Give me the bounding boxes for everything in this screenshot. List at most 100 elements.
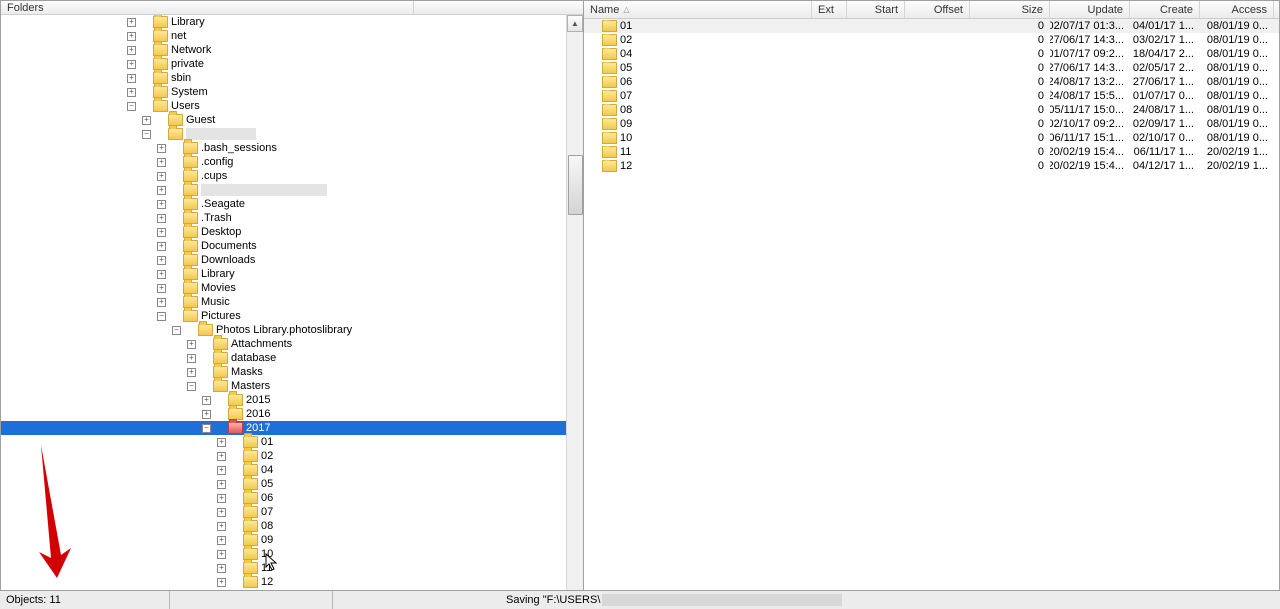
- tree-vscrollbar[interactable]: ▲ ▼: [566, 15, 583, 608]
- list-item[interactable]: 10006/11/17 15:1...02/10/17 0...08/01/19…: [584, 131, 1279, 145]
- tree-item[interactable]: 02: [1, 449, 571, 463]
- expand-icon[interactable]: [217, 564, 226, 573]
- header-resize-handle[interactable]: [413, 1, 414, 14]
- tree-item[interactable]: System: [1, 85, 571, 99]
- list-item[interactable]: 12020/02/19 15:4...04/12/17 1...20/02/19…: [584, 159, 1279, 173]
- column-header-update[interactable]: Update: [1050, 1, 1130, 18]
- column-header-offset[interactable]: Offset: [905, 1, 970, 18]
- column-header-size[interactable]: Size: [970, 1, 1050, 18]
- list-item[interactable]: 06024/08/17 13:2...27/06/17 1...08/01/19…: [584, 75, 1279, 89]
- collapse-icon[interactable]: [187, 382, 196, 391]
- list-item[interactable]: 01002/07/17 01:3...04/01/17 1...08/01/19…: [584, 19, 1279, 33]
- expand-icon[interactable]: [127, 88, 136, 97]
- collapse-icon[interactable]: [142, 130, 151, 139]
- collapse-icon[interactable]: [157, 312, 166, 321]
- expand-icon[interactable]: [157, 242, 166, 251]
- expand-icon[interactable]: [217, 508, 226, 517]
- expand-icon[interactable]: [217, 578, 226, 587]
- collapse-icon[interactable]: [127, 102, 136, 111]
- column-header-create[interactable]: Create: [1130, 1, 1200, 18]
- expand-icon[interactable]: [157, 270, 166, 279]
- tree-item[interactable]: Desktop: [1, 225, 571, 239]
- tree-item[interactable]: 05: [1, 477, 571, 491]
- tree-item[interactable]: [1, 127, 571, 141]
- tree-item[interactable]: 2016: [1, 407, 571, 421]
- tree-item[interactable]: .cups: [1, 169, 571, 183]
- tree-item[interactable]: 2017: [1, 421, 571, 435]
- tree-item[interactable]: 10: [1, 547, 571, 561]
- tree-item[interactable]: Attachments: [1, 337, 571, 351]
- expand-icon[interactable]: [157, 172, 166, 181]
- tree-item[interactable]: Photos Library.photoslibrary: [1, 323, 571, 337]
- tree-item[interactable]: 11: [1, 561, 571, 575]
- expand-icon[interactable]: [217, 480, 226, 489]
- list-item[interactable]: 11020/02/19 15:4...06/11/17 1...20/02/19…: [584, 145, 1279, 159]
- expand-icon[interactable]: [127, 46, 136, 55]
- tree-item[interactable]: .config: [1, 155, 571, 169]
- tree-item[interactable]: .bash_sessions: [1, 141, 571, 155]
- tree-item[interactable]: database: [1, 351, 571, 365]
- tree-item[interactable]: 04: [1, 463, 571, 477]
- list-item[interactable]: 05027/06/17 14:3...02/05/17 2...08/01/19…: [584, 61, 1279, 75]
- expand-icon[interactable]: [127, 60, 136, 69]
- expand-icon[interactable]: [127, 32, 136, 41]
- expand-icon[interactable]: [157, 214, 166, 223]
- scroll-up-button[interactable]: ▲: [567, 15, 583, 32]
- tree-item[interactable]: Music: [1, 295, 571, 309]
- list-item[interactable]: 07024/08/17 15:5...01/07/17 0...08/01/19…: [584, 89, 1279, 103]
- expand-icon[interactable]: [217, 550, 226, 559]
- tree-item[interactable]: .Trash: [1, 211, 571, 225]
- tree-item[interactable]: 01: [1, 435, 571, 449]
- tree-item[interactable]: Downloads: [1, 253, 571, 267]
- tree-item[interactable]: net: [1, 29, 571, 43]
- expand-icon[interactable]: [127, 74, 136, 83]
- list-item[interactable]: 08005/11/17 15:0...24/08/17 1...08/01/19…: [584, 103, 1279, 117]
- expand-icon[interactable]: [157, 228, 166, 237]
- tree-item[interactable]: Library: [1, 267, 571, 281]
- tree-item[interactable]: Pictures: [1, 309, 571, 323]
- expand-icon[interactable]: [217, 522, 226, 531]
- expand-icon[interactable]: [157, 186, 166, 195]
- expand-icon[interactable]: [157, 144, 166, 153]
- column-header-access[interactable]: Access: [1200, 1, 1274, 18]
- expand-icon[interactable]: [187, 340, 196, 349]
- expand-icon[interactable]: [217, 466, 226, 475]
- tree-item[interactable]: Network: [1, 43, 571, 57]
- expand-icon[interactable]: [187, 368, 196, 377]
- expand-icon[interactable]: [217, 494, 226, 503]
- tree-item[interactable]: Documents: [1, 239, 571, 253]
- collapse-icon[interactable]: [172, 326, 181, 335]
- tree-item[interactable]: 12: [1, 575, 571, 589]
- expand-icon[interactable]: [187, 354, 196, 363]
- tree-item[interactable]: .Seagate: [1, 197, 571, 211]
- expand-icon[interactable]: [202, 410, 211, 419]
- expand-icon[interactable]: [217, 452, 226, 461]
- expand-icon[interactable]: [157, 158, 166, 167]
- tree-item[interactable]: Masters: [1, 379, 571, 393]
- tree-item[interactable]: 2015: [1, 393, 571, 407]
- tree-item[interactable]: 07: [1, 505, 571, 519]
- expand-icon[interactable]: [127, 18, 136, 27]
- tree-item[interactable]: sbin: [1, 71, 571, 85]
- expand-icon[interactable]: [157, 256, 166, 265]
- expand-icon[interactable]: [217, 438, 226, 447]
- tree-item[interactable]: Library: [1, 15, 571, 29]
- expand-icon[interactable]: [157, 200, 166, 209]
- list-item[interactable]: 04001/07/17 09:2...18/04/17 2...08/01/19…: [584, 47, 1279, 61]
- expand-icon[interactable]: [157, 298, 166, 307]
- expand-icon[interactable]: [202, 396, 211, 405]
- column-header-name[interactable]: Name△: [584, 1, 812, 18]
- expand-icon[interactable]: [142, 116, 151, 125]
- tree-item[interactable]: private: [1, 57, 571, 71]
- list-item[interactable]: 09002/10/17 09:2...02/09/17 1...08/01/19…: [584, 117, 1279, 131]
- expand-icon[interactable]: [217, 536, 226, 545]
- list-item[interactable]: 02027/06/17 14:3...03/02/17 1...08/01/19…: [584, 33, 1279, 47]
- tree-item[interactable]: 08: [1, 519, 571, 533]
- column-header-start[interactable]: Start: [847, 1, 905, 18]
- column-header-ext[interactable]: Ext: [812, 1, 847, 18]
- collapse-icon[interactable]: [202, 424, 211, 433]
- tree-item[interactable]: Guest: [1, 113, 571, 127]
- tree-item[interactable]: [1, 183, 571, 197]
- tree-item[interactable]: 06: [1, 491, 571, 505]
- expand-icon[interactable]: [157, 284, 166, 293]
